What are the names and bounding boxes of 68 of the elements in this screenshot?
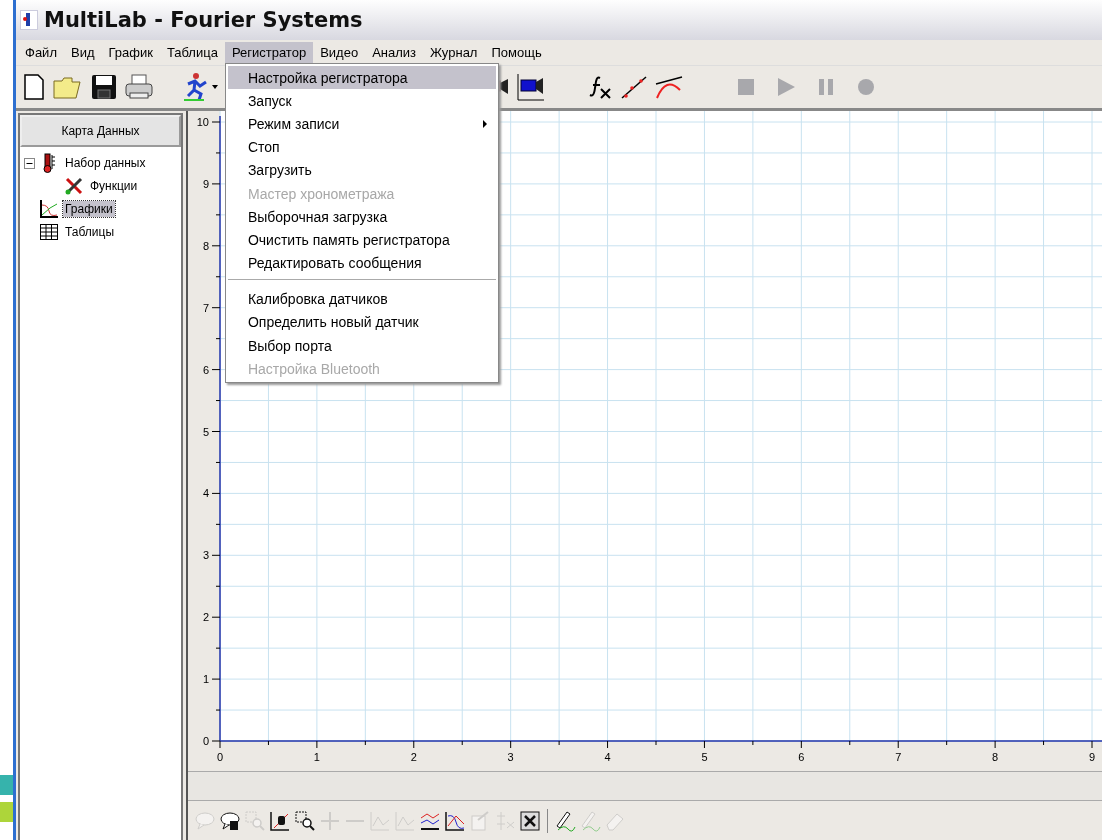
table-icon <box>39 222 59 242</box>
curve-fit-icon[interactable] <box>654 74 684 100</box>
tree-item[interactable]: Таблицы <box>63 224 116 240</box>
y-tick-label: 0 <box>202 735 209 747</box>
x-tick-label: 0 <box>216 751 224 763</box>
menu-item[interactable]: Регистратор <box>224 42 314 63</box>
menu-item[interactable]: Вид <box>63 42 102 63</box>
menu-item[interactable]: Файл <box>18 42 64 63</box>
text-hand-tool-icon[interactable] <box>219 809 241 832</box>
menu-option[interactable]: Загрузить <box>225 158 498 182</box>
menu-item[interactable]: Журнал <box>423 42 485 63</box>
y-tick-label: 6 <box>202 363 209 376</box>
tree-item[interactable]: Функции <box>88 178 140 194</box>
menu-option[interactable]: Выборочная загрузка <box>225 205 498 229</box>
y-tick-label: 2 <box>202 611 209 624</box>
x-tick-label: 9 <box>1088 751 1096 763</box>
x-tick-label: 8 <box>992 751 999 763</box>
x-tick-label: 5 <box>701 751 708 763</box>
y-tick-label: 5 <box>202 425 209 438</box>
menu-item[interactable]: Таблица <box>159 42 225 63</box>
window-title: MultiLab - Fourier Systems <box>44 8 363 32</box>
accent-stripe <box>0 775 13 795</box>
pan-tool-icon[interactable] <box>269 809 291 832</box>
x-tick-label: 6 <box>798 751 805 763</box>
data-map-button[interactable]: Карта Данных <box>20 115 181 147</box>
zoom-tool-icon[interactable] <box>294 809 316 832</box>
save-icon[interactable] <box>90 73 118 101</box>
x-tick-label: 2 <box>410 751 417 763</box>
y-tick-label: 10 <box>196 116 209 128</box>
y-tick-label: 4 <box>202 487 209 500</box>
menu-option[interactable]: Режим записи <box>225 112 498 136</box>
tree-item[interactable]: Набор данных <box>63 155 148 171</box>
x-tick-label: 3 <box>507 751 514 763</box>
new-file-icon[interactable] <box>22 73 46 101</box>
tools-icon <box>64 176 84 196</box>
menu-option[interactable]: Определить новый датчик <box>225 310 498 335</box>
menu-option[interactable]: Редактировать сообщения <box>225 251 498 275</box>
menu-item[interactable]: Видео <box>313 42 366 63</box>
y-tick-label: 3 <box>202 549 209 562</box>
menu-option[interactable]: Калибровка датчиков <box>225 287 498 311</box>
pen-tool-icon[interactable] <box>554 809 576 832</box>
menu-option[interactable]: Очистить память регистратора <box>225 228 498 252</box>
accent-stripe <box>0 802 13 822</box>
video-graph-icon[interactable] <box>516 72 546 102</box>
x-tick-label: 1 <box>313 751 320 763</box>
linear-fit-icon[interactable] <box>620 74 648 100</box>
excel-tool-icon[interactable] <box>519 809 541 832</box>
x-tick-label: 4 <box>604 751 611 763</box>
collapse-icon[interactable] <box>24 157 35 169</box>
menu-item[interactable]: График <box>101 42 160 63</box>
menu-option[interactable]: Запуск <box>225 89 498 113</box>
menu-option[interactable]: Выбор порта <box>225 334 498 358</box>
submenu-arrow-icon <box>481 119 488 128</box>
printer-icon[interactable] <box>124 73 154 101</box>
menu-option[interactable]: Стоп <box>225 135 498 159</box>
menu-item[interactable]: Помощь <box>484 42 549 63</box>
graph-icon <box>39 199 59 219</box>
function-icon[interactable] <box>588 74 614 100</box>
y-tick-label: 8 <box>202 239 209 252</box>
y-tick-label: 1 <box>202 673 209 686</box>
y-tick-label: 7 <box>202 301 209 314</box>
overlay-tool-icon[interactable] <box>444 809 466 832</box>
y-tick-label: 9 <box>202 177 209 190</box>
menu-item[interactable]: Анализ <box>365 42 423 63</box>
menu-option[interactable]: Настройка регистратора <box>227 66 496 90</box>
x-tick-label: 7 <box>895 751 902 763</box>
app-logo-icon <box>20 10 38 30</box>
tree-item[interactable]: Графики <box>63 201 115 217</box>
